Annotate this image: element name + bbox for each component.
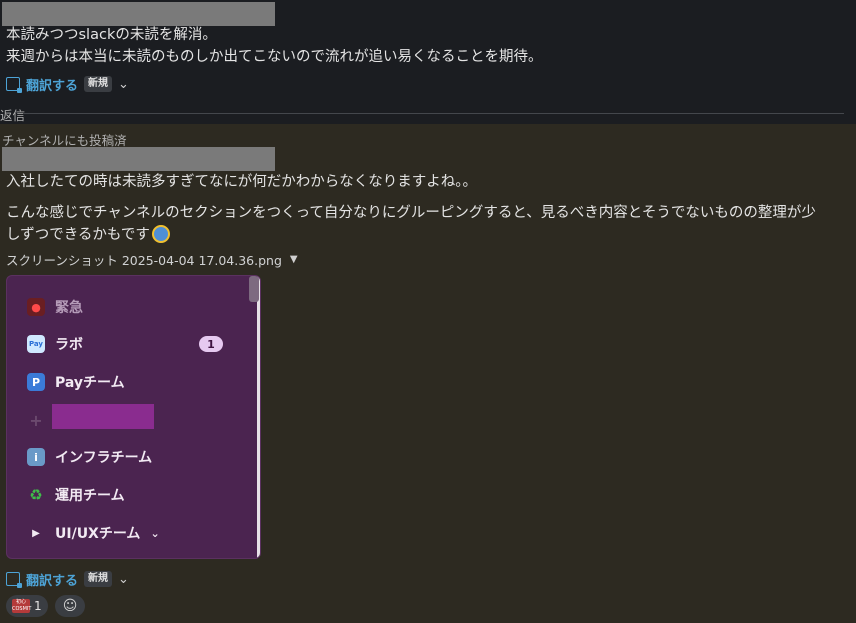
- unread-count-badge: 1: [199, 336, 223, 352]
- caret-down-icon[interactable]: ▼: [290, 254, 298, 265]
- new-badge: 新規: [84, 76, 113, 92]
- translate-icon: [6, 572, 22, 588]
- redacted-username: [2, 2, 275, 26]
- add-reaction-button[interactable]: ☺: [55, 595, 85, 617]
- new-badge: 新規: [84, 571, 113, 587]
- channel-label: 緊急: [55, 300, 83, 316]
- parking-icon: P: [27, 373, 45, 391]
- siren-icon: ●: [27, 298, 45, 316]
- channel-urgent: ● 緊急: [27, 297, 83, 317]
- reaction-pill[interactable]: 初心 COSMIT 1: [6, 595, 48, 617]
- channel-lab: Pay ラボ 1: [27, 334, 245, 354]
- chevron-down-icon[interactable]: ⌄: [118, 572, 129, 587]
- channel-pay-team: P Payチーム: [27, 372, 125, 392]
- pay-logo-icon: Pay: [27, 335, 45, 353]
- message-line-1: 本読みつつslackの未読を解消。: [6, 27, 217, 43]
- add-emoji-icon: ☺: [62, 598, 78, 614]
- channel-label: ラボ: [55, 337, 83, 353]
- file-name: スクリーンショット 2025-04-04 17.04.36.png: [6, 253, 282, 268]
- reply-paragraph-2-line-2: しずつできるかもです: [6, 224, 170, 246]
- recycle-icon: ♻: [29, 486, 43, 504]
- thread-divider-label: 返信: [0, 108, 26, 123]
- channel-ops-team: ♻ 運用チーム: [27, 485, 125, 505]
- person-emoji-icon: [151, 225, 170, 243]
- channel-label: インフラチーム: [55, 450, 153, 466]
- channel-label: Payチーム: [55, 375, 125, 391]
- chevron-down-icon: ⌄: [150, 526, 160, 540]
- channel-redacted: +: [27, 410, 45, 430]
- screenshot-image[interactable]: ● 緊急 Pay ラボ 1 P Payチーム + i インフラチーム ♻ 運用チ…: [6, 275, 261, 559]
- reaction-count: 1: [34, 599, 42, 613]
- translate-label: 翻訳する: [26, 78, 79, 94]
- translate-button[interactable]: 翻訳する 新規 ⌄: [6, 569, 129, 589]
- sidebar-scroll-thumb: [249, 276, 259, 302]
- channel-uiux-team: ▶ UI/UXチーム ⌄: [27, 523, 160, 543]
- translate-label: 翻訳する: [26, 573, 79, 589]
- plus-icon: +: [29, 410, 43, 430]
- reply-paragraph-2-text: しずつできるかもです: [6, 227, 150, 243]
- channel-label: 運用チーム: [55, 488, 125, 504]
- reply-paragraph-2-line-1: こんな感じでチャンネルのセクションをつくって自分なりにグルーピングすると、見るべ…: [6, 205, 816, 221]
- translate-icon: [6, 77, 22, 93]
- channel-infra-team: i インフラチーム: [27, 447, 152, 467]
- translate-button[interactable]: 翻訳する 新規 ⌄: [6, 74, 129, 94]
- reply-paragraph-1: 入社したての時は未読多すぎてなにが何だかわからなくなりますよね。。: [6, 174, 477, 190]
- redacted-channel-name: [52, 404, 154, 429]
- thread-divider: [24, 113, 844, 114]
- info-icon: i: [27, 448, 45, 466]
- channel-label: UI/UXチーム: [55, 526, 141, 542]
- file-header[interactable]: スクリーンショット 2025-04-04 17.04.36.png ▼: [6, 250, 298, 269]
- caret-right-icon: ▶: [32, 527, 40, 539]
- redacted-username: [2, 147, 275, 171]
- image-edge: [257, 276, 260, 558]
- beginner-emoji-icon: 初心 COSMIT: [12, 599, 32, 613]
- message-line-2: 来週からは本当に未読のものしか出てこないので流れが追い易くなることを期待。: [6, 49, 543, 65]
- chevron-down-icon[interactable]: ⌄: [118, 77, 129, 92]
